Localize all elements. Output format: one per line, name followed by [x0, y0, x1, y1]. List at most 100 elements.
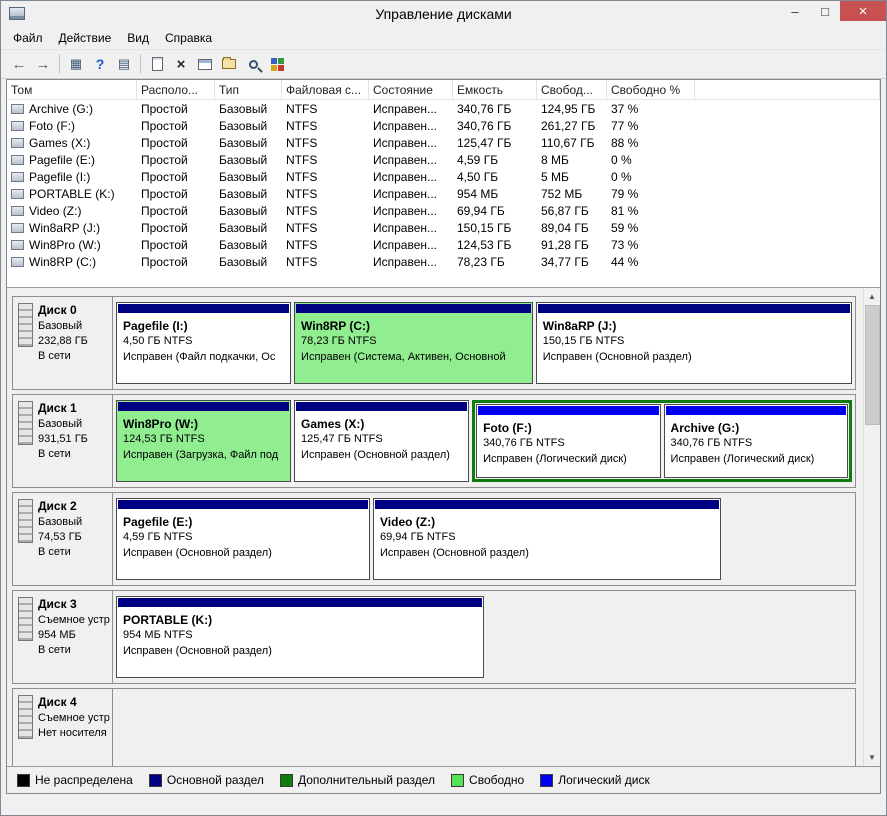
close-button[interactable]: ×: [840, 1, 886, 21]
disk-icon: [18, 303, 33, 347]
cell-type: Базовый: [215, 119, 282, 133]
column-header-layout[interactable]: Располо...: [137, 80, 215, 99]
partition-size: 124,53 ГБ NTFS: [123, 431, 287, 447]
column-header-type[interactable]: Тип: [215, 80, 282, 99]
column-header-filesystem[interactable]: Файловая с...: [282, 80, 369, 99]
toolbar: ← → ▦ ? ▤ ×: [1, 49, 886, 79]
column-header-volume[interactable]: Том: [7, 80, 137, 99]
forward-button[interactable]: →: [31, 52, 55, 76]
disk-size: 931,51 ГБ: [38, 432, 88, 447]
scroll-down-button[interactable]: ▼: [864, 749, 880, 766]
partition[interactable]: PORTABLE (K:) 954 МБ NTFS Исправен (Осно…: [116, 596, 484, 678]
menu-item-action[interactable]: Действие: [51, 28, 120, 48]
disk-info[interactable]: Диск 4 Съемное устро Нет носителя: [13, 689, 113, 766]
menu-item-help[interactable]: Справка: [157, 28, 220, 48]
table-row[interactable]: PORTABLE (K:) Простой Базовый NTFS Испра…: [7, 185, 880, 202]
menu-item-file[interactable]: Файл: [5, 28, 51, 48]
partition[interactable]: Win8Pro (W:) 124,53 ГБ NTFS Исправен (За…: [116, 400, 291, 482]
properties-button[interactable]: [193, 52, 217, 76]
cell-free: 34,77 ГБ: [537, 255, 607, 269]
partition[interactable]: Games (X:) 125,47 ГБ NTFS Исправен (Осно…: [294, 400, 469, 482]
explore-button[interactable]: [241, 52, 265, 76]
cell-capacity: 150,15 ГБ: [453, 221, 537, 235]
cell-filesystem: NTFS: [282, 255, 369, 269]
cell-layout: Простой: [137, 153, 215, 167]
cell-filesystem: NTFS: [282, 102, 369, 116]
partition-label: Archive (G:): [671, 421, 844, 435]
cell-layout: Простой: [137, 204, 215, 218]
column-header-status[interactable]: Состояние: [369, 80, 453, 99]
delete-icon: ×: [177, 56, 186, 73]
menu-item-view[interactable]: Вид: [119, 28, 157, 48]
column-header-free[interactable]: Свобод...: [537, 80, 607, 99]
cell-filesystem: NTFS: [282, 153, 369, 167]
cell-status: Исправен...: [369, 170, 453, 184]
column-header-capacity[interactable]: Емкость: [453, 80, 537, 99]
new-volume-button[interactable]: [145, 52, 169, 76]
table-row[interactable]: Games (X:) Простой Базовый NTFS Исправен…: [7, 134, 880, 151]
help-button[interactable]: ?: [88, 52, 112, 76]
volume-name: Pagefile (I:): [29, 170, 90, 184]
partition-label: Video (Z:): [380, 515, 717, 529]
partition[interactable]: Archive (G:) 340,76 ГБ NTFS Исправен (Ло…: [664, 404, 848, 478]
volume-icon: [11, 172, 24, 182]
cell-type: Базовый: [215, 238, 282, 252]
minimize-button[interactable]: –: [780, 1, 810, 21]
volume-name: PORTABLE (K:): [29, 187, 115, 201]
cell-capacity: 4,50 ГБ: [453, 170, 537, 184]
console-tree-icon: ▦: [70, 56, 82, 72]
table-row[interactable]: Video (Z:) Простой Базовый NTFS Исправен…: [7, 202, 880, 219]
cell-type: Базовый: [215, 170, 282, 184]
partition[interactable]: Video (Z:) 69,94 ГБ NTFS Исправен (Основ…: [373, 498, 721, 580]
cell-layout: Простой: [137, 170, 215, 184]
partition-status: Исправен (Основной раздел): [301, 447, 465, 463]
partition[interactable]: Pagefile (E:) 4,59 ГБ NTFS Исправен (Осн…: [116, 498, 370, 580]
scrollbar[interactable]: ▲ ▼: [863, 288, 880, 766]
document-icon: [152, 57, 163, 71]
open-folder-button[interactable]: [217, 52, 241, 76]
partition-status: Исправен (Логический диск): [671, 451, 844, 467]
delete-button[interactable]: ×: [169, 52, 193, 76]
cell-free-pct: 81 %: [607, 204, 695, 218]
cell-status: Исправен...: [369, 204, 453, 218]
volume-name: Games (X:): [29, 136, 90, 150]
table-row[interactable]: Win8Pro (W:) Простой Базовый NTFS Исправ…: [7, 236, 880, 253]
cell-free-pct: 0 %: [607, 170, 695, 184]
disk-status: В сети: [38, 643, 110, 658]
cell-status: Исправен...: [369, 136, 453, 150]
disk-info[interactable]: Диск 2 Базовый 74,53 ГБ В сети: [13, 493, 113, 585]
cell-filesystem: NTFS: [282, 204, 369, 218]
cell-free-pct: 37 %: [607, 102, 695, 116]
view-options-button[interactable]: [265, 52, 289, 76]
column-header-free-pct[interactable]: Свободно %: [607, 80, 695, 99]
disk-name: Диск 2: [38, 499, 82, 513]
table-row[interactable]: Archive (G:) Простой Базовый NTFS Исправ…: [7, 100, 880, 117]
table-row[interactable]: Pagefile (E:) Простой Базовый NTFS Испра…: [7, 151, 880, 168]
table-row[interactable]: Win8RP (C:) Простой Базовый NTFS Исправе…: [7, 253, 880, 270]
partition[interactable]: Pagefile (I:) 4,50 ГБ NTFS Исправен (Фай…: [116, 302, 291, 384]
disk-info[interactable]: Диск 1 Базовый 931,51 ГБ В сети: [13, 395, 113, 487]
cell-layout: Простой: [137, 187, 215, 201]
table-row[interactable]: Foto (F:) Простой Базовый NTFS Исправен.…: [7, 117, 880, 134]
disk-info[interactable]: Диск 0 Базовый 232,88 ГБ В сети: [13, 297, 113, 389]
partition[interactable]: Win8RP (C:) 78,23 ГБ NTFS Исправен (Сист…: [294, 302, 533, 384]
partition[interactable]: Win8aRP (J:) 150,15 ГБ NTFS Исправен (Ос…: [536, 302, 852, 384]
cell-type: Базовый: [215, 136, 282, 150]
partition[interactable]: Foto (F:) 340,76 ГБ NTFS Исправен (Логич…: [476, 404, 660, 478]
scroll-thumb[interactable]: [865, 305, 880, 425]
cell-free: 261,27 ГБ: [537, 119, 607, 133]
table-row[interactable]: Pagefile (I:) Простой Базовый NTFS Испра…: [7, 168, 880, 185]
maximize-button[interactable]: □: [810, 1, 840, 21]
back-button[interactable]: ←: [7, 52, 31, 76]
scroll-up-button[interactable]: ▲: [864, 288, 880, 305]
partition-bar: [375, 500, 719, 509]
open-folder-icon: [222, 59, 236, 69]
legend-item: Свободно: [451, 773, 524, 787]
disk-size: 954 МБ: [38, 628, 110, 643]
list-view-button[interactable]: ▤: [112, 52, 136, 76]
console-tree-button[interactable]: ▦: [64, 52, 88, 76]
table-row[interactable]: Win8aRP (J:) Простой Базовый NTFS Исправ…: [7, 219, 880, 236]
volume-name: Win8Pro (W:): [29, 238, 101, 252]
disk-type: Базовый: [38, 319, 88, 334]
disk-info[interactable]: Диск 3 Съемное устро 954 МБ В сети: [13, 591, 113, 683]
